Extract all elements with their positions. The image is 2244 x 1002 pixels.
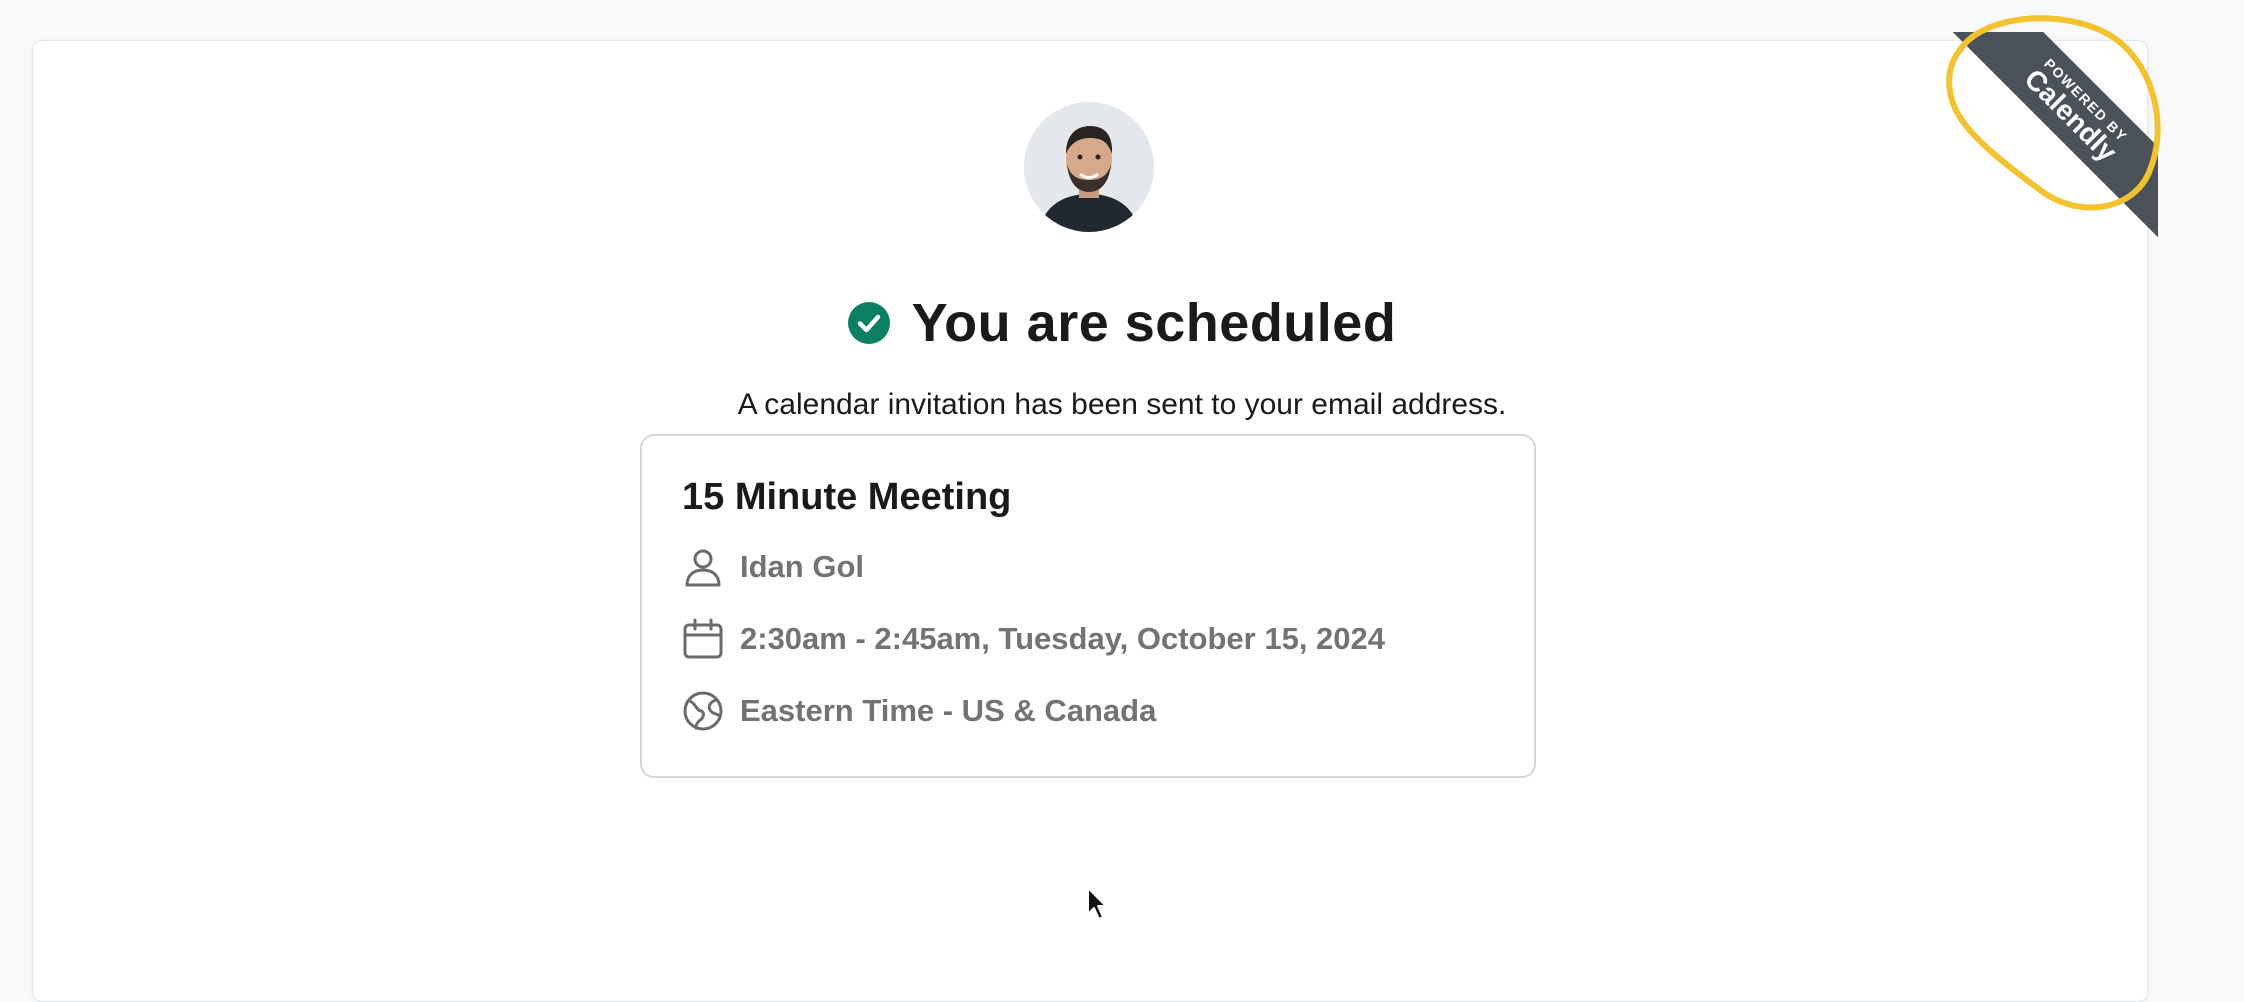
check-circle-icon: [847, 302, 890, 344]
event-timezone: Eastern Time - US & Canada: [740, 693, 1157, 728]
host-name: Idan Gol: [740, 549, 864, 584]
badge-ribbon: POWERED BY Calendly: [1950, 32, 2158, 239]
globe-icon: [683, 691, 723, 731]
mouse-cursor-icon: [1087, 887, 1107, 920]
host-avatar: [1024, 102, 1154, 232]
confirmation-heading: You are scheduled: [0, 292, 2244, 354]
confirmation-subtitle: A calendar invitation has been sent to y…: [737, 388, 1507, 421]
time-row: 2:30am - 2:45am, Tuesday, October 15, 20…: [682, 618, 1385, 660]
timezone-row: Eastern Time - US & Canada: [682, 690, 1156, 732]
event-details-panel: 15 Minute Meeting Idan Gol 2:30am - 2:45…: [640, 434, 1536, 778]
calendar-icon: [683, 618, 723, 659]
event-name: 15 Minute Meeting: [682, 476, 1012, 518]
event-time: 2:30am - 2:45am, Tuesday, October 15, 20…: [740, 621, 1386, 656]
powered-by-calendly-badge[interactable]: POWERED BY Calendly: [1950, 32, 2158, 242]
host-row: Idan Gol: [682, 546, 864, 588]
person-icon: [685, 549, 721, 587]
page-title: You are scheduled: [911, 293, 1397, 353]
